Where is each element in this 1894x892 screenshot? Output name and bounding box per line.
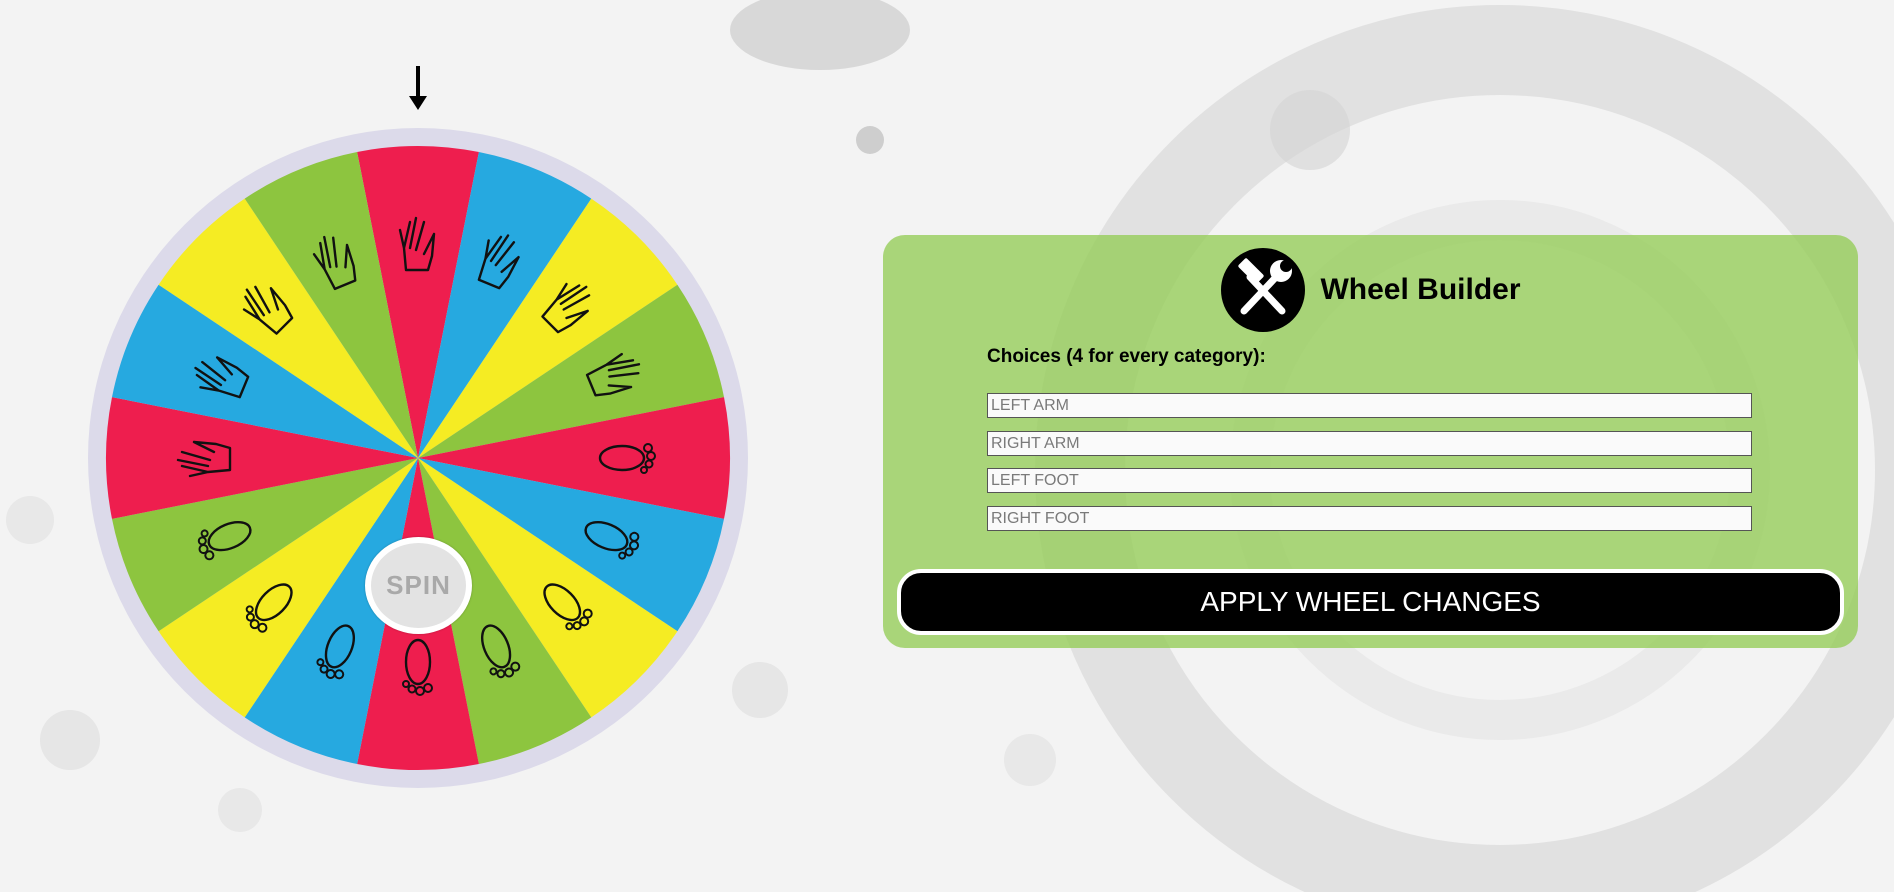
- prize-wheel: SPIN: [88, 58, 748, 798]
- panel-header: Wheel Builder: [883, 247, 1858, 333]
- wheel-disc: [88, 128, 748, 788]
- spin-button[interactable]: SPIN: [365, 537, 472, 634]
- right-arm-input[interactable]: [987, 431, 1752, 456]
- left-foot-input[interactable]: [987, 468, 1752, 493]
- panel-title: Wheel Builder: [1320, 273, 1521, 306]
- choices-label: Choices (4 for every category):: [987, 346, 1266, 367]
- wheel-builder-panel: Wheel Builder Choices (4 for every categ…: [883, 235, 1858, 648]
- apply-wheel-changes-button[interactable]: APPLY WHEEL CHANGES: [897, 569, 1844, 635]
- hammer-wrench-icon: [1221, 248, 1306, 332]
- left-arm-input[interactable]: [987, 393, 1752, 418]
- arrow-down-icon: [409, 66, 427, 110]
- right-foot-input[interactable]: [987, 506, 1752, 531]
